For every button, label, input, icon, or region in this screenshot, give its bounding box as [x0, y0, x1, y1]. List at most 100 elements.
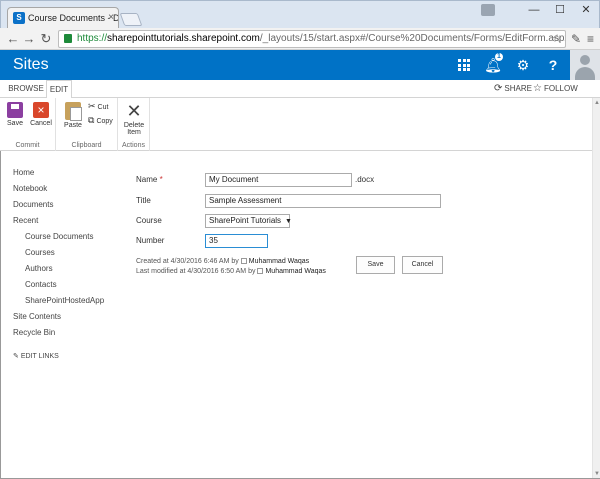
share-button[interactable]: ⟳ SHARE [494, 80, 532, 98]
paste-icon [65, 102, 82, 121]
course-selected-value: SharePoint Tutorials [209, 216, 282, 225]
scroll-up-icon[interactable]: ▲ [594, 100, 600, 106]
share-icon: ⟳ [494, 83, 503, 94]
ribbon-tabs: BROWSE EDIT ⟳ SHARE ☆ FOLLOW [0, 80, 600, 99]
url-host: sharepointtutorials.sharepoint.com [107, 33, 260, 44]
edit-links-label: EDIT LINKS [20, 353, 59, 360]
name-label: Name * [136, 175, 163, 184]
follow-button[interactable]: ☆ FOLLOW [533, 80, 578, 98]
help-button[interactable]: ? [538, 50, 568, 80]
extension-icon[interactable]: ✎ [571, 30, 581, 48]
url-path: /_layouts/15/start.aspx#/Course%20Docume… [259, 33, 566, 44]
url-protocol: https:// [77, 33, 108, 44]
nav-recycle-bin[interactable]: Recycle Bin [13, 328, 55, 337]
menu-icon[interactable]: ≡ [587, 30, 594, 48]
browser-tab[interactable]: S Course Documents - Docu × [7, 7, 119, 29]
star-icon: ☆ [533, 83, 542, 94]
lock-icon [64, 34, 72, 43]
name-input[interactable]: My Document [205, 173, 352, 187]
paste-button[interactable]: Paste [62, 102, 84, 129]
save-button[interactable]: Save [5, 102, 25, 127]
ribbon: Save × Cancel Commit Paste ✂ Cut ⧉ Copy Cl… [0, 98, 600, 151]
settings-button[interactable]: ⚙ [508, 50, 538, 80]
forward-arrow-icon[interactable]: → [20, 30, 38, 48]
course-select[interactable]: SharePoint Tutorials ▼ [205, 214, 292, 228]
ribbon-group-actions: ✕ Delete Item Actions [118, 98, 150, 151]
modified-info: Last modified at 4/30/2016 6:50 AM by Muh… [136, 268, 326, 275]
copy-button[interactable]: ⧉ Copy [88, 115, 113, 126]
copy-icon: ⧉ [88, 115, 95, 125]
avatar-body [575, 67, 595, 80]
ribbon-group-commit: Save × Cancel Commit [0, 98, 56, 151]
paste-label: Paste [64, 122, 82, 129]
cut-button[interactable]: ✂ Cut [88, 101, 108, 112]
ribbon-group-label: Actions [122, 142, 145, 149]
nav-notebook[interactable]: Notebook [13, 184, 47, 193]
browser-tab-strip: S Course Documents - Docu × — ☐ ✕ [0, 0, 600, 29]
avatar-head [580, 55, 590, 65]
close-window-button[interactable]: ✕ [573, 1, 599, 21]
modified-text: Last modified at 4/30/2016 6:50 AM by [136, 268, 256, 275]
cancel-icon: × [33, 102, 49, 118]
tab-browse[interactable]: BROWSE [8, 80, 44, 98]
browser-tab-title: Course Documents - Docu [28, 13, 119, 23]
course-label: Course [136, 216, 162, 225]
form-cancel-button[interactable]: Cancel [402, 256, 443, 274]
scissors-icon: ✂ [88, 101, 96, 111]
save-label: Save [7, 120, 23, 127]
file-extension: .docx [355, 175, 375, 184]
delete-item-button[interactable]: ✕ Delete Item [121, 102, 147, 136]
delete-x-icon: ✕ [126, 101, 142, 121]
window-controls: — ☐ ✕ [481, 1, 599, 21]
tab-edit[interactable]: EDIT [46, 80, 72, 99]
notification-count: 1 [495, 53, 503, 61]
scroll-down-icon[interactable]: ▼ [594, 471, 600, 477]
nav-documents[interactable]: Documents [13, 200, 53, 209]
suite-bar: Sites 🔔︎ 1 ⚙ ? [0, 50, 600, 80]
cancel-button[interactable]: × Cancel [29, 102, 53, 127]
tab-close-icon[interactable]: × [108, 8, 114, 28]
share-label: SHARE [504, 84, 532, 93]
browser-toolbar: ← → ↻ https://sharepointtutorials.sharep… [0, 28, 600, 50]
number-label: Number [136, 236, 165, 245]
avatar[interactable] [570, 50, 600, 80]
vertical-scrollbar[interactable]: ▲ ▼ [592, 98, 600, 479]
site-title[interactable]: Sites [13, 50, 49, 80]
nav-recent[interactable]: Recent [13, 216, 38, 225]
created-text: Created at 4/30/2016 6:46 AM by [136, 258, 239, 265]
nav-contacts[interactable]: Contacts [25, 280, 57, 289]
notifications-button[interactable]: 🔔︎ 1 [478, 50, 508, 80]
bookmark-star-icon[interactable]: ☆ [552, 31, 562, 47]
app-launcher-button[interactable] [448, 50, 478, 80]
browser-user-icon[interactable] [481, 4, 495, 16]
ribbon-group-label: Commit [15, 142, 40, 149]
nav-courses[interactable]: Courses [25, 248, 55, 257]
follow-label: FOLLOW [543, 84, 578, 93]
address-bar[interactable]: https://sharepointtutorials.sharepoint.c… [58, 30, 566, 48]
delete-label-line1: Delete [123, 122, 145, 129]
title-input[interactable]: Sample Assessment [205, 194, 441, 208]
waffle-icon [458, 59, 470, 71]
form-save-button[interactable]: Save [356, 256, 395, 274]
maximize-button[interactable]: ☐ [547, 1, 573, 21]
nav-site-contents[interactable]: Site Contents [13, 312, 61, 321]
nav-sharepointhostedapp[interactable]: SharePointHostedApp [25, 296, 104, 305]
nav-home[interactable]: Home [13, 168, 34, 177]
delete-label-line2: Item [127, 129, 141, 136]
sharepoint-favicon-icon: S [13, 12, 25, 24]
edit-links-button[interactable]: ✎ EDIT LINKS [13, 352, 59, 360]
reload-icon[interactable]: ↻ [37, 30, 55, 48]
created-by-link[interactable]: Muhammad Waqas [249, 258, 309, 265]
pencil-icon: ✎ [13, 353, 19, 360]
minimize-button[interactable]: — [521, 1, 547, 21]
modified-by-link[interactable]: Muhammad Waqas [265, 268, 325, 275]
nav-course-documents[interactable]: Course Documents [25, 232, 93, 241]
cut-label: Cut [97, 104, 109, 111]
nav-authors[interactable]: Authors [25, 264, 53, 273]
save-icon [7, 102, 23, 118]
number-input[interactable]: 35 [205, 234, 268, 248]
cancel-label: Cancel [30, 120, 52, 127]
new-tab-button[interactable] [119, 13, 143, 26]
user-presence-icon [257, 268, 264, 275]
created-info: Created at 4/30/2016 6:46 AM by Muhammad … [136, 258, 309, 265]
